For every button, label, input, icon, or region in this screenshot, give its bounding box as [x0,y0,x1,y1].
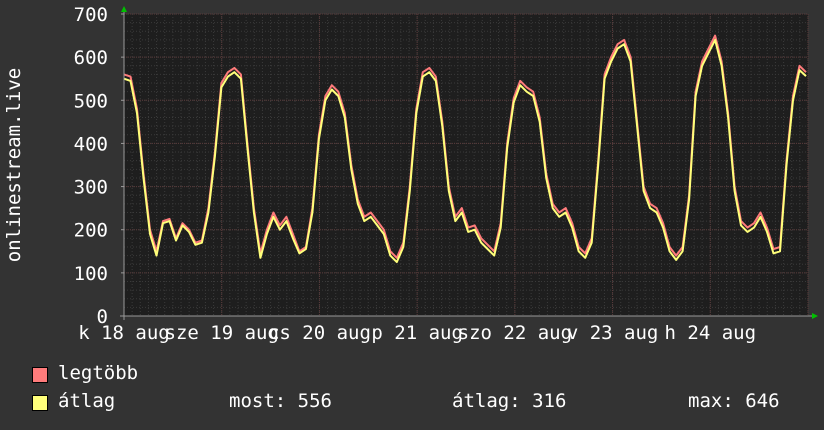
y-tick-label: 400 [74,133,108,155]
x-tick-label: h 24 aug [665,322,757,344]
y-tick-labels: 0100200300400500600700 [74,4,108,328]
y-tick-label: 500 [74,90,108,112]
y-tick-label: 200 [74,220,108,242]
legend-label-max: legtöbb [58,362,139,384]
y-axis-arrow [121,6,127,12]
x-tick-label: szo 22 aug [458,322,572,344]
legend-label-avg: átlag [58,390,116,412]
x-tick-label: sze 19 aug [165,322,279,344]
legend-swatch-avg [32,395,48,411]
y-tick-label: 100 [74,263,108,285]
legend-swatch-max [32,367,48,383]
x-tick-label: p 21 aug [371,322,463,344]
x-axis-arrow [812,313,818,319]
stat-current: most: 556 [229,390,332,412]
x-tick-labels: k 18 augsze 19 augcs 20 aug p 21 augszo 2… [78,322,756,344]
stat-average: átlag: 316 [452,390,567,412]
y-tick-label: 700 [74,4,108,26]
x-tick-label: v 23 aug [567,322,659,344]
x-tick-label: cs 20 aug [268,322,371,344]
y-axis-label: onlinestream.live [3,68,25,262]
x-tick-label: k 18 aug [78,322,170,344]
y-tick-label: 600 [74,47,108,69]
y-tick-label: 300 [74,177,108,199]
stat-maximum: max: 646 [688,390,780,412]
